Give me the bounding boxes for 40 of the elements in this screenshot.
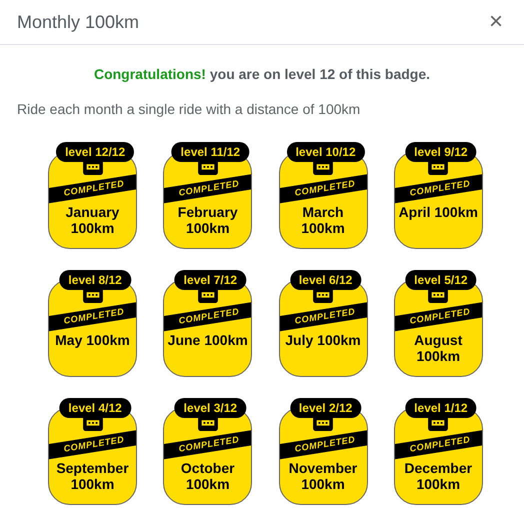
completed-label: COMPLETED <box>62 305 126 328</box>
congratulations-message: Congratulations! you are on level 12 of this badge. <box>94 65 430 84</box>
badge-name: May 100km <box>54 332 131 348</box>
level-badge: level 8/12 <box>59 270 131 290</box>
badge-name: February 100km <box>176 204 239 236</box>
level-badge: level 6/12 <box>290 270 362 290</box>
level-badge: level 2/12 <box>290 398 362 418</box>
badge-name: August 100km <box>413 332 464 364</box>
completed-label: COMPLETED <box>293 305 356 328</box>
close-button[interactable]: × <box>484 10 507 34</box>
badge-name: January 100km <box>64 204 120 236</box>
completed-label: COMPLETED <box>408 305 471 328</box>
badge-name: April 100km <box>398 204 479 220</box>
level-badge: level 10/12 <box>286 142 365 162</box>
completed-label: COMPLETED <box>293 177 356 200</box>
completed-label: COMPLETED <box>178 433 240 456</box>
completed-label: COMPLETED <box>408 177 471 200</box>
badge-description: Ride each month a single ride with a distance of 100km <box>17 100 360 119</box>
level-badge: level 12/12 <box>56 142 134 162</box>
completed-label: COMPLETED <box>62 177 126 200</box>
level-badge: level 9/12 <box>405 142 477 162</box>
badge-name: December 100km <box>403 460 474 492</box>
dialog-title: Monthly 100km <box>17 10 140 34</box>
level-badge: level 11/12 <box>172 142 250 162</box>
completed-label: COMPLETED <box>178 305 240 328</box>
completed-label: COMPLETED <box>293 433 356 456</box>
level-badge: level 7/12 <box>174 270 246 290</box>
level-badge: level 1/12 <box>405 398 477 418</box>
badge-name: July 100km <box>284 332 362 348</box>
completed-label: COMPLETED <box>408 433 471 456</box>
completed-label: COMPLETED <box>178 177 240 200</box>
level-badge: level 3/12 <box>174 398 246 418</box>
badge-name: March 100km <box>300 204 346 236</box>
level-badge: level 5/12 <box>405 270 477 290</box>
badge-name: September 100km <box>55 460 130 492</box>
completed-label: COMPLETED <box>62 433 126 456</box>
badge-name: October 100km <box>180 460 236 492</box>
level-badge: level 4/12 <box>59 398 131 418</box>
badge-name: November 100km <box>288 460 358 492</box>
badge-name: June 100km <box>166 332 249 348</box>
